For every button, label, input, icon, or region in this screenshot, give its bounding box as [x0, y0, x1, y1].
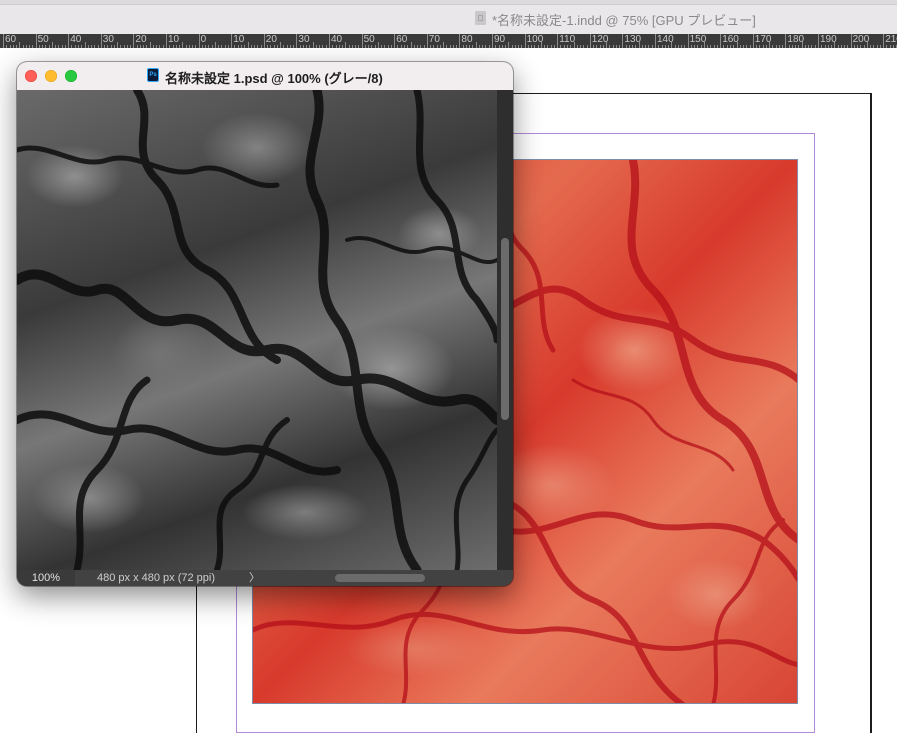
- ruler-major-tick: [329, 34, 330, 48]
- zoom-level-field[interactable]: 100%: [17, 570, 75, 586]
- titlebar-top-strip: [0, 0, 897, 5]
- ruler-major-tick: [557, 34, 559, 48]
- ruler-major-tick: [883, 34, 885, 48]
- document-info[interactable]: 480 px x 480 px (72 ppi): [97, 570, 215, 586]
- horizontal-ruler[interactable]: 60 50 40 30 20 10 0 10 20 30 40 50 60 70 80 90 100 110 120…: [0, 34, 897, 48]
- photoshop-file-icon: Ps: [147, 68, 159, 82]
- ruler-major-tick: [263, 34, 265, 48]
- minimize-button[interactable]: [45, 70, 57, 82]
- vertical-scrollbar[interactable]: [497, 90, 513, 570]
- ruler-major-tick: [589, 34, 591, 48]
- zoom-button[interactable]: [65, 70, 77, 82]
- ruler-major-tick: [818, 34, 819, 48]
- ruler-major-tick: [850, 34, 852, 48]
- photoshop-document-window[interactable]: Ps 名称未設定 1.psd @ 100% (グレー/8) 100% 480 p…: [17, 62, 513, 586]
- ruler-major-tick: [492, 34, 493, 48]
- photoshop-titlebar[interactable]: Ps 名称未設定 1.psd @ 100% (グレー/8): [17, 62, 513, 91]
- ruler-major-tick: [752, 34, 754, 48]
- ruler-major-tick: [231, 34, 233, 48]
- close-button[interactable]: [25, 70, 37, 82]
- ruler-major-tick: [524, 34, 526, 48]
- ruler-major-tick: [133, 34, 135, 48]
- ruler-major-tick: [3, 34, 4, 48]
- ruler-major-tick: [166, 34, 167, 48]
- ruler-major-tick: [296, 34, 298, 48]
- grayscale-clouds-image[interactable]: [17, 90, 497, 570]
- ruler-major-tick: [394, 34, 396, 48]
- ruler-major-tick: [198, 34, 200, 48]
- cloud-veins: [17, 90, 497, 570]
- ruler-major-tick: [687, 34, 689, 48]
- ruler-major-tick: [100, 34, 102, 48]
- ruler-major-tick: [655, 34, 656, 48]
- ruler-major-tick: [35, 34, 37, 48]
- horizontal-scroll-thumb[interactable]: [335, 574, 425, 582]
- status-menu-arrow-icon[interactable]: 〉: [249, 570, 260, 586]
- ruler-major-tick: [622, 34, 624, 48]
- photoshop-window-title: 名称未設定 1.psd @ 100% (グレー/8): [165, 71, 383, 86]
- document-icon: [475, 11, 486, 25]
- indesign-document-title: *名称未設定-1.indd @ 75% [GPU プレビュー]: [492, 13, 756, 28]
- indesign-titlebar: *名称未設定-1.indd @ 75% [GPU プレビュー]: [0, 0, 897, 35]
- ruler-major-tick: [68, 34, 70, 48]
- photoshop-statusbar: 100% 480 px x 480 px (72 ppi) 〉: [17, 570, 513, 586]
- ruler-major-tick: [459, 34, 461, 48]
- ruler-major-tick: [720, 34, 722, 48]
- ruler-major-tick: [785, 34, 787, 48]
- ruler-major-tick: [361, 34, 363, 48]
- vertical-scroll-thumb[interactable]: [501, 238, 509, 420]
- ruler-major-tick: [426, 34, 428, 48]
